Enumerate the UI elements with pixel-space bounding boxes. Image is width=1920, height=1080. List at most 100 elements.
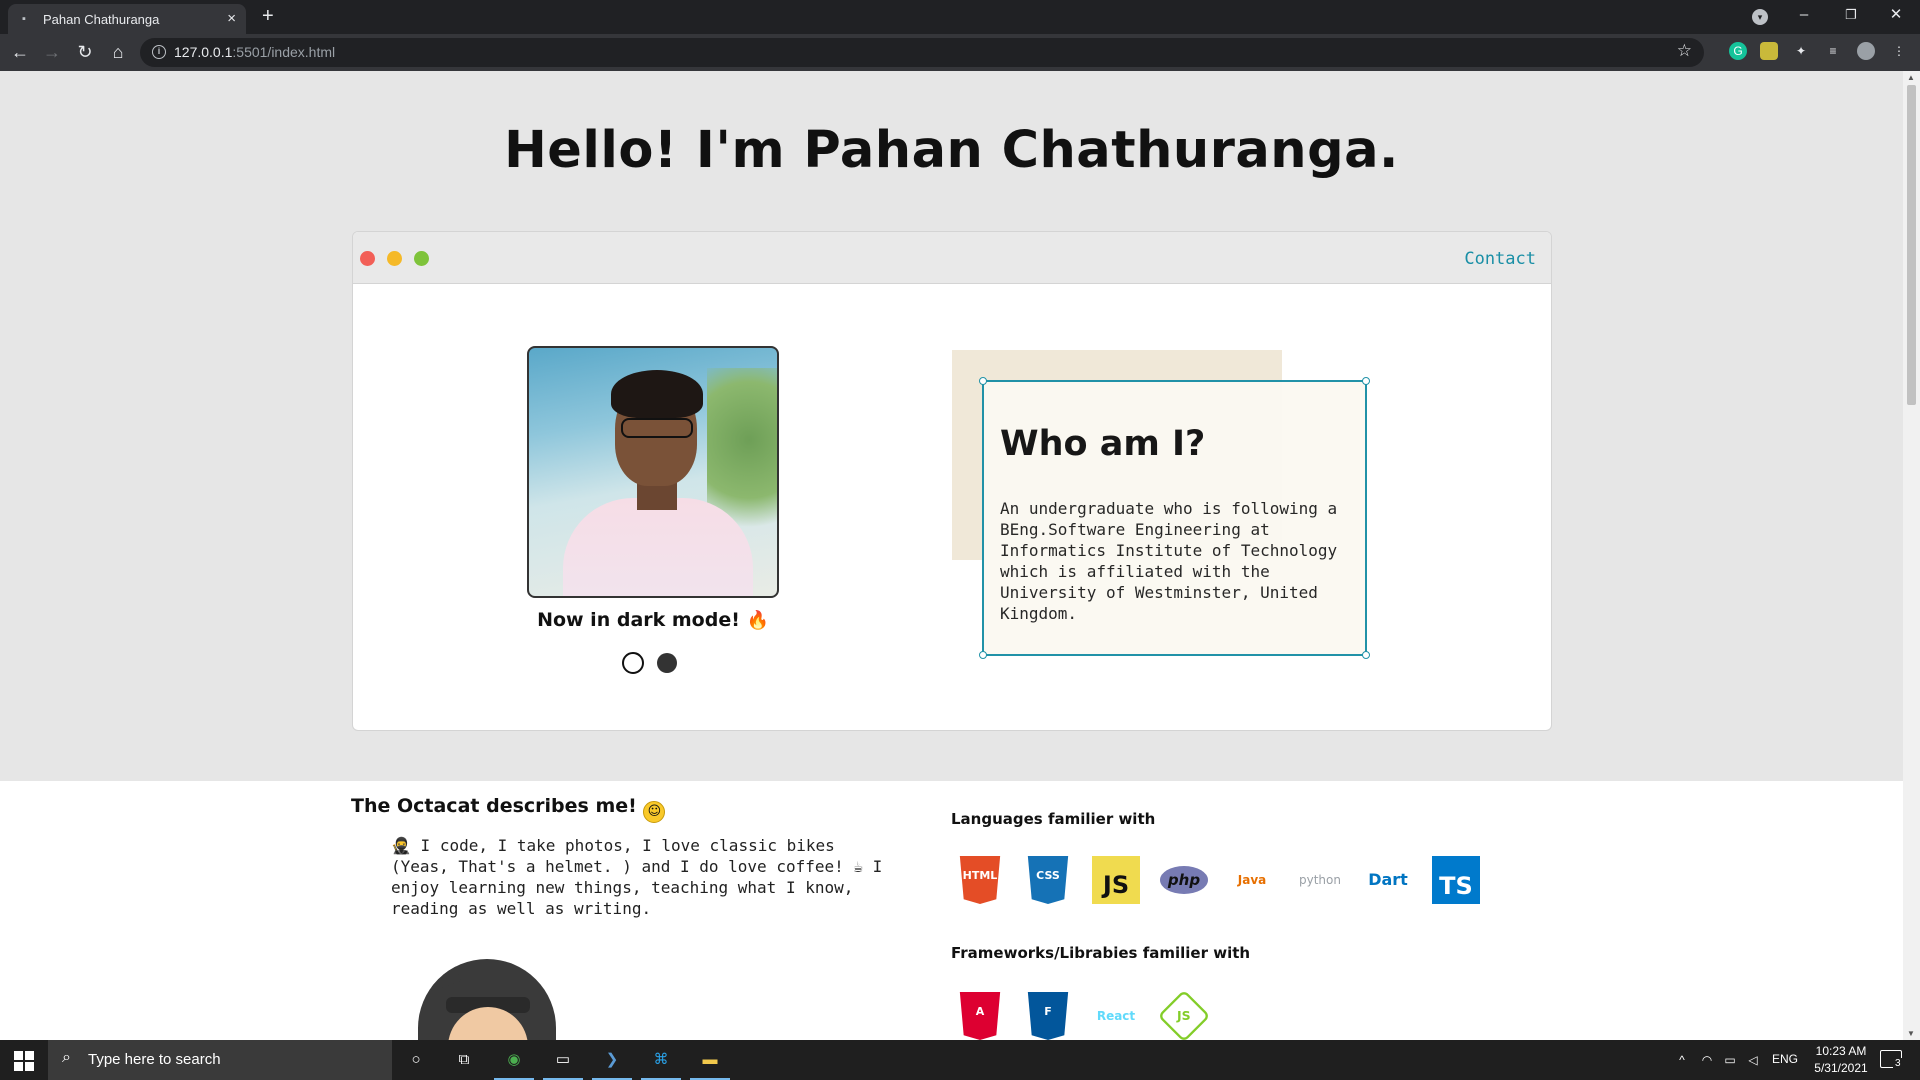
reading-list-icon[interactable]: ≡	[1824, 42, 1842, 60]
start-pane	[25, 1062, 34, 1071]
clock-date[interactable]: 5/31/2021	[1806, 1061, 1876, 1075]
window-maximize-dot	[414, 251, 429, 266]
resize-handle[interactable]	[979, 377, 987, 385]
cortana-icon[interactable]: ○	[403, 1048, 429, 1072]
chrome-taskbar-icon[interactable]: ◉	[501, 1048, 527, 1072]
terminal-taskbar-icon[interactable]: ▭	[550, 1048, 576, 1072]
restore-button[interactable]: ❐	[1839, 4, 1863, 26]
resize-handle[interactable]	[1362, 377, 1370, 385]
page-viewport: Hello! I'm Pahan Chathuranga. Contact No…	[0, 71, 1903, 1040]
dark-theme-toggle[interactable]	[657, 653, 677, 673]
framework-node-js-icon: JS	[1157, 989, 1211, 1040]
tab-search-icon[interactable]: ▾	[1752, 9, 1768, 25]
page-scrollbar[interactable]: ▲ ▼	[1903, 71, 1920, 1040]
browser-tab-strip: ▪ Pahan Chathuranga × + ▾ – ❐ ✕	[0, 0, 1920, 34]
language-logo-label: TS	[1439, 872, 1473, 900]
back-icon[interactable]: ←	[8, 41, 32, 63]
languages-title: Languages familier with	[951, 810, 1156, 828]
about-title: Who am I?	[1000, 424, 1206, 464]
tab-title: Pahan Chathuranga	[43, 12, 160, 27]
windows-taskbar: ⌕ Type here to search ○ ⧉ ◉ ▭ ❯ ⌘ ▬ ^ ◠ …	[0, 1040, 1920, 1080]
start-pane	[25, 1051, 34, 1060]
framework-flutter-icon: F	[1027, 992, 1069, 1040]
browser-toolbar: ← → ↻ ⌂ i 127.0.0.1:5501/index.html ☆ G …	[0, 34, 1920, 71]
taskbar-search-box[interactable]: ⌕ Type here to search	[48, 1040, 392, 1080]
powershell-taskbar-icon[interactable]: ❯	[599, 1048, 625, 1072]
address-bar[interactable]: i 127.0.0.1:5501/index.html ☆	[140, 38, 1704, 67]
smiley-icon: ☺	[643, 801, 666, 823]
windows-start-icon[interactable]	[14, 1051, 34, 1071]
window-minimize-dot	[387, 251, 402, 266]
language-css3-icon: CSS	[1027, 856, 1069, 904]
chrome-menu-icon[interactable]: ⋮	[1890, 42, 1908, 60]
dark-mode-caption: Now in dark mode! 🔥	[503, 609, 803, 631]
octacat-description: 🥷 I code, I take photos, I love classic …	[391, 836, 883, 918]
window-title-bar: Contact	[353, 232, 1551, 284]
about-card: Who am I? An undergraduate who is follow…	[979, 377, 1370, 659]
new-tab-button[interactable]: +	[262, 5, 274, 27]
language-logo-label: python	[1299, 873, 1341, 887]
octocat-ear	[421, 959, 461, 992]
framework-logo-label: JS	[1177, 1008, 1191, 1024]
language-java-icon: Java	[1228, 856, 1276, 904]
vscode-taskbar-icon[interactable]: ⌘	[648, 1048, 674, 1072]
flame-icon: 🔥	[746, 610, 769, 631]
framework-logo-label: F	[1044, 1005, 1052, 1018]
notification-count: 3	[1893, 1058, 1903, 1069]
resize-handle[interactable]	[979, 651, 987, 659]
search-placeholder: Type here to search	[88, 1051, 221, 1068]
browser-tab[interactable]: ▪ Pahan Chathuranga ×	[8, 4, 246, 34]
language-logo-label: Dart	[1368, 870, 1408, 889]
tray-chevron-icon[interactable]: ^	[1669, 1048, 1695, 1072]
clock-time[interactable]: 10:23 AM	[1806, 1044, 1876, 1058]
home-icon[interactable]: ⌂	[106, 41, 130, 63]
input-language[interactable]: ENG	[1772, 1052, 1798, 1066]
skills-section: The Octacat describes me! ☺ 🥷 I code, I …	[0, 781, 1903, 1040]
search-icon: ⌕	[62, 1049, 71, 1066]
task-view-icon[interactable]: ⧉	[451, 1048, 477, 1072]
close-window-button[interactable]: ✕	[1884, 4, 1908, 26]
scroll-down-arrow-icon[interactable]: ▼	[1907, 1029, 1915, 1038]
start-pane	[14, 1062, 23, 1071]
language-php-icon: php	[1160, 866, 1208, 894]
language-html5-icon: HTML	[959, 856, 1001, 904]
minimize-button[interactable]: –	[1792, 4, 1816, 26]
language-logo-label: php	[1167, 871, 1201, 889]
octacat-title-text: The Octacat describes me!	[351, 795, 637, 817]
language-logo-label: Java	[1237, 873, 1267, 887]
start-pane	[14, 1051, 23, 1060]
forward-icon[interactable]: →	[40, 41, 64, 63]
hero-title: Hello! I'm Pahan Chathuranga.	[504, 121, 1399, 180]
profile-avatar-icon[interactable]	[1857, 42, 1875, 60]
extensions-puzzle-icon[interactable]: ✦	[1792, 42, 1810, 60]
language-logo-label: HTML	[962, 869, 998, 882]
light-theme-toggle[interactable]	[622, 652, 644, 674]
profile-photo	[527, 346, 779, 598]
scroll-up-arrow-icon[interactable]: ▲	[1907, 73, 1915, 82]
language-typescript-icon: TS	[1432, 856, 1480, 904]
mac-window-card: Contact Now in dark mode! 🔥 Who am I? An…	[352, 231, 1552, 731]
tab-close-icon[interactable]: ×	[227, 10, 236, 28]
framework-logo-label: A	[975, 1005, 985, 1018]
contact-link[interactable]: Contact	[1464, 249, 1536, 269]
url-text[interactable]: 127.0.0.1:5501/index.html	[174, 44, 335, 60]
volume-icon[interactable]: ◁	[1740, 1048, 1766, 1072]
language-logo-label: CSS	[1036, 869, 1060, 882]
dark-mode-caption-text: Now in dark mode!	[537, 609, 740, 631]
site-info-icon[interactable]: i	[152, 45, 166, 59]
scroll-thumb[interactable]	[1907, 85, 1916, 405]
grammarly-extension-icon[interactable]: G	[1729, 42, 1747, 60]
photo-shirt	[563, 498, 753, 596]
bookmark-star-icon[interactable]: ☆	[1677, 41, 1692, 61]
language-dart-icon: Dart	[1364, 856, 1412, 904]
language-python-icon: python	[1296, 856, 1344, 904]
window-close-dot	[360, 251, 375, 266]
reload-icon[interactable]: ↻	[73, 41, 97, 63]
about-text: An undergraduate who is following a BEng…	[1000, 499, 1338, 623]
file-explorer-taskbar-icon[interactable]: ▬	[697, 1048, 723, 1072]
page-favicon-icon: ▪	[22, 13, 26, 25]
octocat-illustration	[418, 959, 556, 1040]
photo-hair	[611, 370, 703, 418]
extension-icon[interactable]	[1760, 42, 1778, 60]
resize-handle[interactable]	[1362, 651, 1370, 659]
